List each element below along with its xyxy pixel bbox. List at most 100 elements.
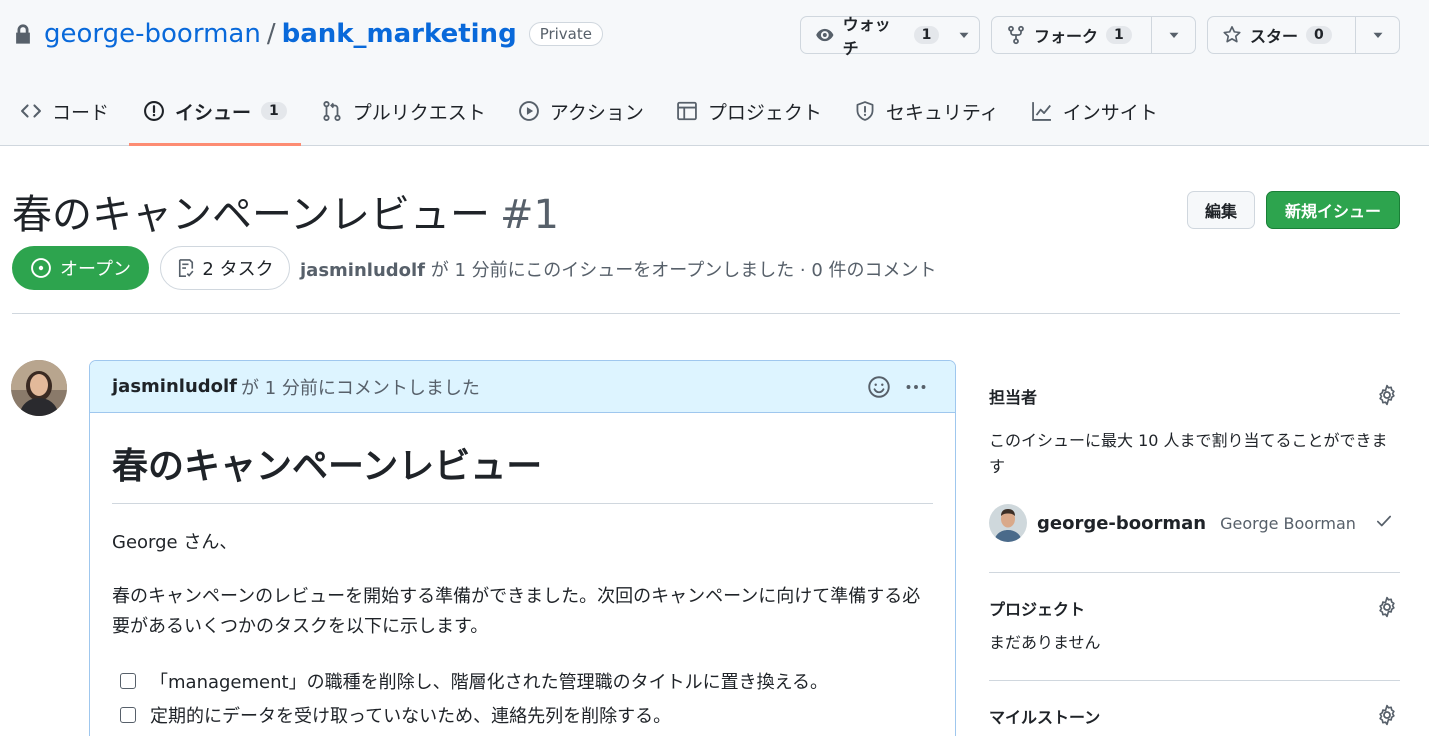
fork-main[interactable]: フォーク 1 (992, 17, 1151, 53)
task-item: 「management」の職種を削除し、階層化された管理職のタイトルに置き換える… (112, 664, 933, 698)
tab-security-label: セキュリティ (885, 101, 999, 124)
tab-projects-label: プロジェクト (707, 101, 822, 124)
assignee-login[interactable]: george-boorman (1037, 513, 1206, 534)
task-checkbox[interactable] (120, 673, 136, 689)
fork-icon (1008, 25, 1024, 45)
play-icon (518, 101, 539, 121)
tab-issues-count: 1 (261, 102, 287, 120)
tab-pull-requests-label: プルリクエスト (352, 101, 486, 124)
avatar[interactable] (11, 360, 67, 416)
fork-label: フォーク (1034, 27, 1099, 46)
task-checkbox[interactable] (120, 707, 136, 723)
tab-code-label: コード (52, 101, 110, 124)
star-count: 0 (1306, 26, 1332, 44)
status-label: オープン (60, 259, 131, 280)
star-icon (1223, 26, 1241, 43)
watch-label: ウォッチ (842, 15, 891, 58)
issue-meta-text: が 1 分前にこのイシューをオープンしました · 0 件のコメント (425, 260, 937, 281)
avatar (989, 504, 1027, 542)
repo-header: george-boorman / bank_marketing Private … (0, 0, 1429, 146)
repo-owner-link[interactable]: george-boorman (44, 19, 261, 49)
comment-box: jasminludolf が 1 分前にコメントしました 春のキャンペーンレビュ… (89, 360, 956, 736)
fork-dropdown[interactable] (1151, 17, 1195, 53)
tab-actions-label: アクション (549, 101, 644, 124)
gear-icon[interactable] (1376, 596, 1398, 618)
status-badge: オープン (12, 246, 149, 290)
watch-count: 1 (913, 26, 940, 44)
chevron-down-icon (1169, 32, 1179, 38)
task-progress-badge[interactable]: 2 タスク (160, 246, 290, 290)
issue-meta: jasminludolf が 1 分前にこのイシューをオープンしました · 0 … (300, 256, 937, 282)
issue-opened-icon (144, 101, 164, 121)
task-item: 定期的にデータを受け取っていないため、連絡先列を削除する。 (112, 698, 933, 732)
watch-main[interactable]: ウォッチ 1 (801, 15, 949, 58)
tab-issues-label: イシュー (175, 101, 252, 124)
comment-body: 春のキャンペーンレビュー George さん、 春のキャンペーンのレビューを開始… (90, 413, 955, 732)
projects-title: プロジェクト (989, 600, 1086, 619)
tab-projects[interactable]: プロジェクト (662, 88, 836, 134)
task-list: 「management」の職種を削除し、階層化された管理職のタイトルに置き換える… (112, 664, 933, 732)
smiley-icon[interactable] (867, 375, 891, 399)
gear-icon[interactable] (1376, 704, 1398, 726)
shield-icon (856, 101, 874, 121)
gear-icon[interactable] (1376, 384, 1398, 406)
watch-button[interactable]: ウォッチ 1 (800, 15, 980, 58)
issue-author-link[interactable]: jasminludolf (300, 260, 425, 281)
header-divider (12, 313, 1400, 314)
graph-icon (1031, 102, 1051, 121)
fork-button[interactable]: フォーク 1 (991, 16, 1196, 54)
eye-icon (816, 28, 834, 42)
star-dropdown[interactable] (1355, 17, 1399, 53)
fork-count: 1 (1106, 26, 1132, 44)
lock-icon (16, 24, 30, 44)
issue-title-text: 春のキャンペーンレビュー (12, 192, 490, 238)
check-icon (1376, 515, 1392, 527)
table-icon (677, 101, 697, 121)
tab-insights[interactable]: インサイト (1017, 88, 1172, 134)
issue-title: 春のキャンペーンレビュー #1 (12, 182, 559, 240)
star-main[interactable]: スター 0 (1208, 17, 1355, 53)
tab-security[interactable]: セキュリティ (840, 88, 1013, 134)
assignee-fullname: George Boorman (1220, 513, 1356, 533)
comment-actions (867, 375, 929, 399)
chevron-down-icon (959, 32, 969, 38)
checklist-icon (179, 259, 194, 277)
comment-paragraph: 春のキャンペーンのレビューを開始する準備ができました。次回のキャンペーンに向けて… (112, 586, 921, 637)
issue-opened-icon (31, 258, 51, 278)
user-avatar-icon (11, 360, 67, 416)
star-button[interactable]: スター 0 (1207, 16, 1400, 54)
watch-dropdown[interactable] (949, 17, 979, 53)
sidebar-divider (989, 680, 1400, 681)
tab-insights-label: インサイト (1062, 101, 1158, 124)
assignees-hint: このイシューに最大 10 人まで割り当てることができます (989, 431, 1388, 476)
comment-author-link[interactable]: jasminludolf (112, 376, 237, 397)
visibility-badge: Private (528, 22, 603, 46)
new-issue-button[interactable]: 新規イシュー (1266, 191, 1400, 229)
assignees-title: 担当者 (989, 388, 1038, 407)
tab-issues[interactable]: イシュー 1 (129, 88, 301, 146)
kebab-icon[interactable] (903, 375, 929, 399)
comment-header: jasminludolf が 1 分前にコメントしました (90, 361, 955, 413)
milestone-title: マイルストーン (989, 708, 1101, 727)
repo-title: george-boorman / bank_marketing Private (12, 16, 603, 52)
projects-empty: まだありません (989, 633, 1101, 652)
sidebar-divider (989, 572, 1400, 573)
tab-pull-requests[interactable]: プルリクエスト (307, 88, 500, 134)
pull-request-icon (323, 101, 341, 121)
user-avatar-icon (989, 504, 1027, 542)
issue-number: #1 (500, 192, 559, 238)
chevron-down-icon (1373, 32, 1382, 38)
tab-actions[interactable]: アクション (504, 88, 658, 134)
comment-meta-text: が 1 分前にコメントしました (241, 377, 480, 399)
assignee-item[interactable]: george-boorman George Boorman (989, 504, 1356, 542)
comment-heading: 春のキャンペーンレビュー (112, 413, 933, 504)
repo-name-link[interactable]: bank_marketing (282, 19, 517, 49)
task-item-label: 「management」の職種を削除し、階層化された管理職のタイトルに置き換える… (150, 672, 829, 693)
task-progress-label: 2 タスク (202, 259, 274, 280)
edit-button[interactable]: 編集 (1187, 191, 1255, 229)
tab-code[interactable]: コード (0, 88, 123, 134)
repo-nav: コード イシュー 1 プルリクエスト アクション プロジェクト セキュリティ イ… (0, 88, 1172, 146)
repo-separator: / (266, 19, 276, 49)
star-label: スター (1250, 27, 1299, 46)
task-item-label: 定期的にデータを受け取っていないため、連絡先列を削除する。 (150, 706, 672, 727)
